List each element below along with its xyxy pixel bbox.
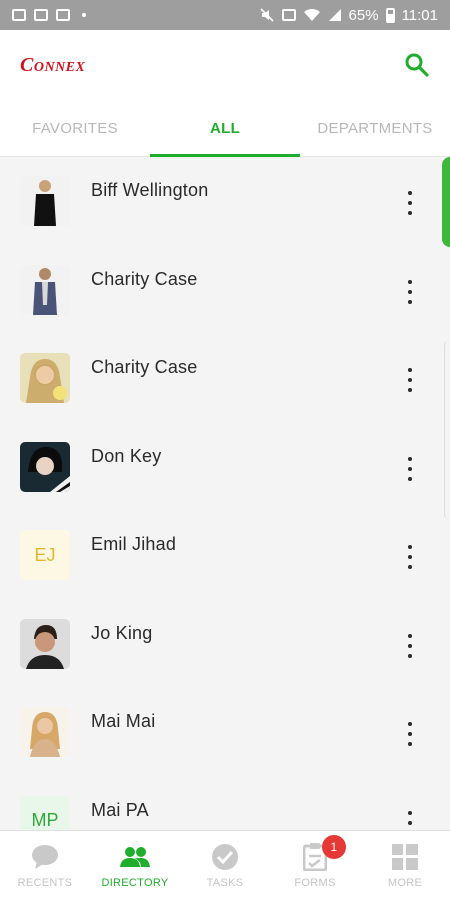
avatar — [20, 176, 70, 226]
list-item[interactable]: Mai Mai — [0, 688, 450, 777]
overflow-menu-icon[interactable] — [400, 633, 420, 658]
bottom-navigation: RECENTS DIRECTORY TASKS 1 FORMS MORE — [0, 830, 450, 900]
avatar-initials: MP — [20, 795, 70, 830]
contact-name: Emil Jihad — [91, 534, 177, 554]
avatar — [20, 264, 70, 315]
check-circle-icon — [210, 843, 240, 871]
nav-more[interactable]: MORE — [360, 831, 450, 900]
battery-percent: 65% — [348, 6, 379, 24]
contact-name: Biff Wellington — [91, 180, 209, 200]
contact-list[interactable]: Biff Wellington Charity Case Charity Cas… — [0, 157, 450, 830]
nav-recents[interactable]: RECENTS — [0, 831, 90, 900]
nav-forms[interactable]: 1 FORMS — [270, 831, 360, 900]
grid-icon — [390, 843, 420, 871]
signal-icon — [328, 9, 341, 21]
list-item[interactable]: Jo King — [0, 600, 450, 689]
overflow-menu-icon[interactable] — [400, 545, 420, 569]
app-logo: CONNEX — [20, 53, 86, 76]
directory-tabs: FAVORITES ALL DEPARTMENTS — [0, 100, 450, 157]
avatar — [20, 618, 70, 669]
list-item[interactable]: Biff Wellington — [0, 157, 450, 246]
overflow-menu-icon[interactable] — [400, 722, 420, 746]
contact-name: Charity Case — [91, 268, 198, 289]
chat-bubble-icon — [30, 843, 60, 871]
nav-directory[interactable]: DIRECTORY — [90, 831, 180, 900]
tab-all[interactable]: ALL — [150, 100, 300, 157]
contact-name: Don Key — [91, 445, 162, 466]
avatar — [20, 441, 70, 492]
avatar-initials: EJ — [20, 530, 70, 580]
overflow-menu-icon[interactable] — [400, 279, 420, 304]
overflow-menu-icon[interactable] — [400, 810, 420, 831]
list-item[interactable]: Charity Case — [0, 246, 450, 335]
mute-icon — [259, 8, 274, 22]
nav-label: RECENTS — [17, 876, 73, 889]
chat-icon — [56, 9, 70, 21]
contact-name: Mai PA — [91, 799, 149, 820]
message-icon — [34, 9, 48, 21]
form-icon: 1 — [300, 834, 346, 871]
forms-badge: 1 — [322, 834, 346, 859]
nav-tasks[interactable]: TASKS — [180, 831, 270, 900]
avatar — [20, 707, 70, 757]
more-notifications-icon — [82, 13, 86, 17]
tab-departments[interactable]: DEPARTMENTS — [300, 100, 450, 156]
overflow-menu-icon[interactable] — [400, 368, 420, 392]
list-item[interactable]: EJ Emil Jihad — [0, 511, 450, 600]
contact-name: Mai Mai — [91, 711, 156, 731]
clock: 11:01 — [401, 6, 438, 24]
data-icon — [281, 9, 296, 21]
search-button[interactable] — [404, 52, 430, 78]
people-icon — [120, 843, 150, 871]
nav-label: FORMS — [294, 876, 336, 889]
avatar — [20, 353, 70, 403]
nav-label: MORE — [387, 876, 423, 889]
overflow-menu-icon[interactable] — [400, 191, 420, 215]
gallery-icon — [12, 9, 26, 21]
scrollbar-track[interactable] — [444, 340, 450, 520]
nav-label: DIRECTORY — [101, 876, 169, 889]
status-bar: 65% 11:01 — [0, 0, 450, 30]
list-item[interactable]: MP Mai PA — [0, 777, 450, 831]
tab-favorites[interactable]: FAVORITES — [0, 100, 150, 156]
app-header: CONNEX — [0, 30, 450, 100]
fast-scroll-thumb[interactable] — [442, 157, 450, 247]
system-icons: 65% 11:01 — [259, 7, 438, 24]
wifi-icon — [303, 8, 320, 21]
overflow-menu-icon[interactable] — [400, 456, 420, 481]
notification-icons — [12, 9, 86, 21]
search-icon — [405, 53, 429, 77]
contact-name: Charity Case — [91, 357, 198, 377]
nav-label: TASKS — [206, 876, 244, 889]
list-item[interactable]: Don Key — [0, 423, 450, 512]
contact-name: Jo King — [91, 622, 153, 643]
list-item[interactable]: Charity Case — [0, 334, 450, 423]
battery-icon — [385, 7, 395, 23]
